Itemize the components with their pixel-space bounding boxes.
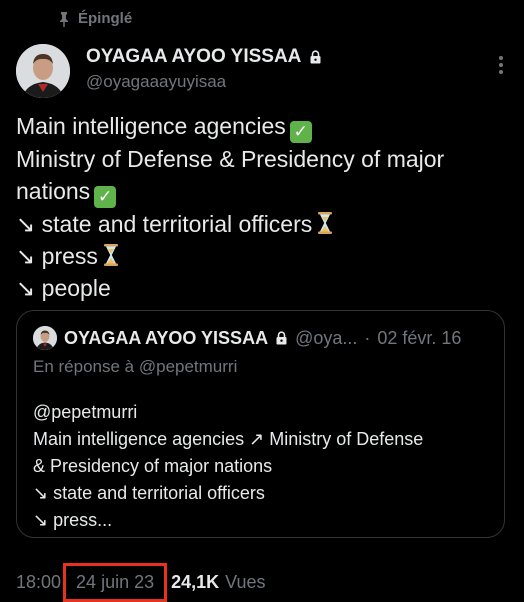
tweet-line: nations ✓: [16, 175, 512, 208]
tweet-line-text: ↘ press: [16, 243, 98, 269]
tweet-text: Main intelligence agencies ✓ Ministry of D…: [16, 110, 512, 304]
quoted-tweet-date: 02 févr. 16: [377, 327, 462, 348]
quoted-tweet-line: @pepetmurri: [33, 402, 138, 422]
tweet-meta: 18:00 24 juin 23 24,1K Vues: [16, 563, 266, 602]
author-avatar[interactable]: [16, 44, 70, 98]
quoted-tweet-line: Main intelligence agencies ↗ Ministry of…: [33, 429, 424, 449]
hourglass-icon: [103, 244, 118, 266]
author-name[interactable]: OYAGAA AYOO YISSAA: [86, 46, 301, 68]
quoted-tweet-text: @pepetmurri Main intelligence agencies ↗ …: [33, 399, 493, 534]
pin-icon: [60, 11, 68, 27]
tweet-date[interactable]: 24 juin 23: [63, 563, 168, 602]
quoted-tweet-line: & Presidency of major nations: [33, 456, 273, 476]
reply-context: En réponse à @pepetmurri: [33, 357, 238, 376]
tweet-line-text: Ministry of Defense & Presidency of majo…: [16, 146, 445, 172]
tweet-line-text: Main intelligence agencies: [16, 113, 286, 139]
check-mark-icon: ✓: [94, 186, 117, 208]
pinned-label: Épinglé: [78, 10, 133, 27]
separator-dot: ·: [364, 327, 371, 348]
check-mark-icon: ✓: [289, 121, 312, 143]
hourglass-icon: [318, 212, 333, 234]
lock-icon: [276, 331, 287, 345]
tweet-line: ↘ people: [16, 272, 512, 304]
more-vertical-icon[interactable]: [498, 54, 504, 76]
views-count[interactable]: 24,1K: [171, 572, 219, 593]
views-label: Vues: [225, 572, 266, 592]
tweet-line-text: nations: [16, 178, 91, 204]
author-name-row[interactable]: OYAGAA AYOO YISSAA: [86, 46, 322, 68]
avatar-photo: [16, 44, 70, 98]
quoted-author-avatar: [33, 326, 57, 350]
tweet-line-text: ↘ people: [16, 275, 111, 301]
quoted-tweet-line: ↘ press...: [33, 510, 113, 530]
author-handle[interactable]: @oyagaaayuyisaa: [86, 72, 322, 92]
quoted-tweet-header: OYAGAA AYOO YISSAA @oya... · 02 févr. 16: [33, 326, 461, 350]
lock-icon: [310, 50, 321, 64]
tweet-line: Main intelligence agencies ✓: [16, 110, 512, 143]
tweet-line: ↘ state and territorial officers: [16, 208, 512, 240]
quoted-tweet[interactable]: OYAGAA AYOO YISSAA @oya... · 02 févr. 16…: [16, 310, 505, 538]
quoted-tweet-line: ↘ state and territorial officers: [33, 483, 265, 503]
pinned-indicator: Épinglé: [58, 10, 132, 27]
author-block: OYAGAA AYOO YISSAA @oyagaaayuyisaa: [86, 46, 322, 92]
tweet-time[interactable]: 18:00: [16, 572, 61, 593]
quoted-author-handle: @oya...: [295, 327, 358, 348]
quoted-author-name: OYAGAA AYOO YISSAA: [64, 327, 269, 348]
tweet-line: Ministry of Defense & Presidency of majo…: [16, 143, 512, 175]
tweet-line: ↘ press: [16, 240, 512, 272]
tweet-line-text: ↘ state and territorial officers: [16, 211, 313, 237]
